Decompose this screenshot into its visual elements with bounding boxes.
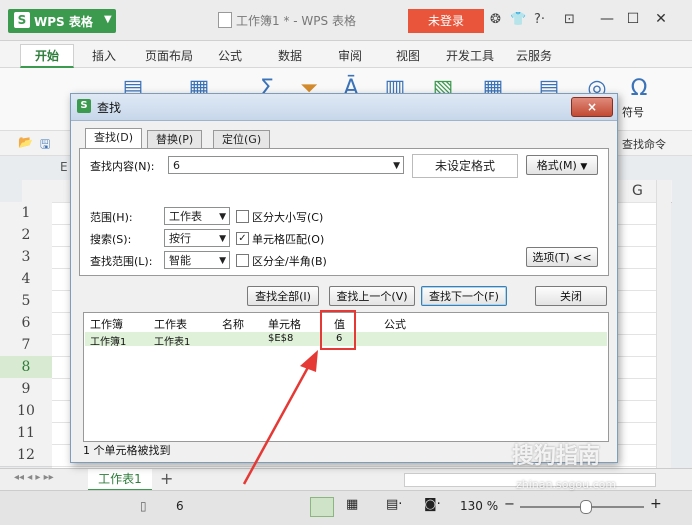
watermark-url: zhinan.sogou.com bbox=[516, 478, 617, 491]
arrow-shaft bbox=[242, 359, 314, 485]
arrow-head bbox=[300, 350, 318, 372]
watermark-text: 搜狗指南 bbox=[512, 444, 601, 469]
